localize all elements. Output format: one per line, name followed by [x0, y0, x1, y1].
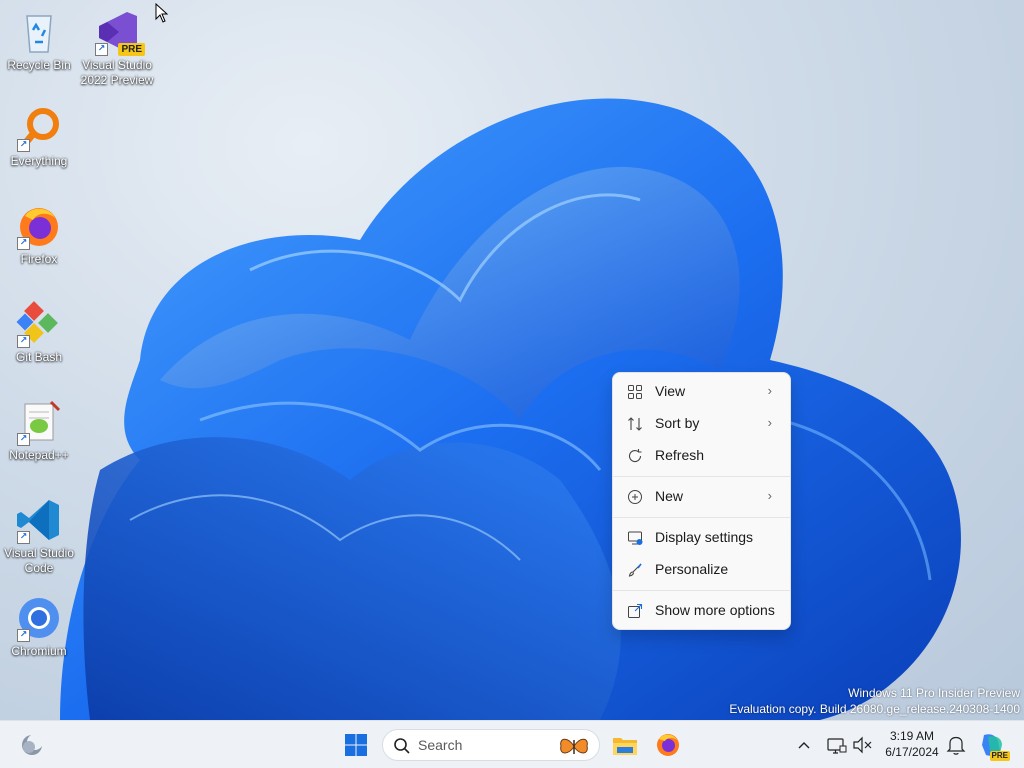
- menu-item-label: Show more options: [655, 602, 775, 618]
- menu-separator: [613, 476, 790, 477]
- sort-icon: [628, 417, 642, 431]
- everything-search-icon: ↗: [15, 104, 63, 152]
- widgets-button[interactable]: [16, 729, 48, 761]
- firefox-icon: ↗: [15, 202, 63, 250]
- watermark-line-2: Evaluation copy. Build 26080.ge_release.…: [729, 702, 1020, 716]
- desktop-icon-visual-studio-preview[interactable]: PRE ↗ Visual Studio 2022 Preview: [78, 8, 156, 88]
- volume-button[interactable]: [850, 729, 874, 761]
- clock-time: 3:19 AM: [889, 729, 935, 743]
- chromium-icon: ↗: [15, 594, 63, 642]
- menu-item-sort-by[interactable]: Sort by ›: [617, 409, 786, 439]
- shortcut-arrow-icon: ↗: [17, 139, 30, 152]
- menu-item-label: Personalize: [655, 561, 729, 577]
- search-highlight-butterfly-icon: [560, 738, 588, 754]
- desktop-icon-label: Git Bash: [15, 350, 63, 364]
- menu-item-label: New: [655, 488, 684, 504]
- network-button[interactable]: [824, 729, 848, 761]
- search-icon: [394, 738, 410, 754]
- taskbar: Search 3:19 AM 6/17/2024 PRE: [0, 720, 1024, 768]
- shortcut-arrow-icon: ↗: [17, 531, 30, 544]
- notifications-button[interactable]: [944, 729, 968, 761]
- menu-item-label: Display settings: [655, 529, 754, 545]
- recycle-bin-icon: [15, 8, 63, 56]
- menu-item-label: Refresh: [655, 447, 705, 463]
- desktop-icon-git-bash[interactable]: ↗ Git Bash: [0, 300, 78, 365]
- taskbar-clock[interactable]: 3:19 AM 6/17/2024: [878, 728, 946, 760]
- menu-item-label: View: [655, 383, 686, 399]
- desktop-icon-everything[interactable]: ↗ Everything: [0, 104, 78, 169]
- display-settings-icon: [628, 531, 643, 545]
- menu-item-show-more-options[interactable]: Show more options: [617, 596, 786, 626]
- git-bash-icon: ↗: [15, 300, 63, 348]
- shortcut-arrow-icon: ↗: [95, 43, 108, 56]
- pre-badge: PRE: [118, 43, 145, 56]
- copilot-pre-badge: PRE: [989, 751, 1010, 761]
- shortcut-arrow-icon: ↗: [17, 335, 30, 348]
- menu-item-view[interactable]: View ›: [617, 377, 786, 407]
- chevron-right-icon: ›: [767, 415, 772, 430]
- firefox-icon: [657, 734, 679, 756]
- menu-item-refresh[interactable]: Refresh: [617, 441, 786, 471]
- desktop-icon-chromium[interactable]: ↗ Chromium: [0, 594, 78, 659]
- menu-item-label: Sort by: [655, 415, 700, 431]
- network-icon: [827, 738, 847, 754]
- grid-icon: [628, 385, 642, 399]
- desktop-icon-label: Visual Studio 2022 Preview: [80, 58, 154, 87]
- visual-studio-preview-icon: PRE ↗: [93, 8, 145, 56]
- show-hidden-icons-button[interactable]: [792, 729, 816, 761]
- desktop-icon-notepad-plus-plus[interactable]: ↗ Notepad++: [0, 398, 78, 463]
- desktop-icon-recycle-bin[interactable]: Recycle Bin: [0, 8, 78, 73]
- desktop-icon-vscode[interactable]: ↗ Visual Studio Code: [0, 496, 78, 576]
- firefox-taskbar-button[interactable]: [652, 729, 684, 761]
- desktop-icon-label: Visual Studio Code: [4, 546, 74, 575]
- chevron-right-icon: ›: [767, 488, 772, 503]
- start-icon: [345, 734, 367, 756]
- wallpaper-bloom: [60, 98, 961, 720]
- clock-date: 6/17/2024: [885, 745, 939, 759]
- refresh-icon: [628, 449, 642, 463]
- desktop-icon-label: Everything: [10, 154, 68, 168]
- volume-icon: [853, 736, 872, 754]
- watermark-line-1: Windows 11 Pro Insider Preview: [848, 686, 1020, 700]
- evaluation-watermark: Windows 11 Pro Insider Preview Evaluatio…: [729, 685, 1020, 717]
- plus-circle-icon: [628, 490, 642, 504]
- shortcut-arrow-icon: ↗: [17, 629, 30, 642]
- chevron-up-icon: [798, 742, 810, 749]
- vscode-icon: ↗: [15, 496, 63, 544]
- notepad-plus-plus-icon: ↗: [15, 398, 63, 446]
- desktop-icon-label: Chromium: [11, 644, 67, 658]
- brush-icon: [628, 563, 642, 577]
- widgets-icon: [22, 734, 43, 755]
- menu-item-display-settings[interactable]: Display settings: [617, 523, 786, 553]
- desktop[interactable]: Recycle Bin PRE ↗ Visual Studio 2022 Pre…: [0, 0, 1024, 720]
- search-placeholder: Search: [418, 737, 463, 753]
- taskbar-search-box[interactable]: Search: [382, 729, 600, 761]
- desktop-icon-label: Recycle Bin: [7, 58, 71, 72]
- desktop-icon-label: Notepad++: [9, 448, 69, 462]
- menu-item-personalize[interactable]: Personalize: [617, 555, 786, 585]
- file-explorer-icon: [613, 738, 637, 755]
- chevron-right-icon: ›: [767, 383, 772, 398]
- shortcut-arrow-icon: ↗: [17, 433, 30, 446]
- desktop-icon-firefox[interactable]: ↗ Firefox: [0, 202, 78, 267]
- desktop-icon-label: Firefox: [20, 252, 58, 266]
- file-explorer-button[interactable]: [609, 729, 641, 761]
- shortcut-arrow-icon: ↗: [17, 237, 30, 250]
- menu-separator: [613, 590, 790, 591]
- desktop-context-menu: View › Sort by › Refresh New › Display s…: [612, 372, 791, 630]
- share-icon: [628, 603, 643, 618]
- copilot-button[interactable]: PRE: [976, 729, 1010, 761]
- menu-item-new[interactable]: New ›: [617, 482, 786, 512]
- notification-bell-icon: [946, 736, 966, 755]
- mouse-cursor-icon: [155, 3, 169, 23]
- menu-separator: [613, 517, 790, 518]
- start-button[interactable]: [340, 729, 372, 761]
